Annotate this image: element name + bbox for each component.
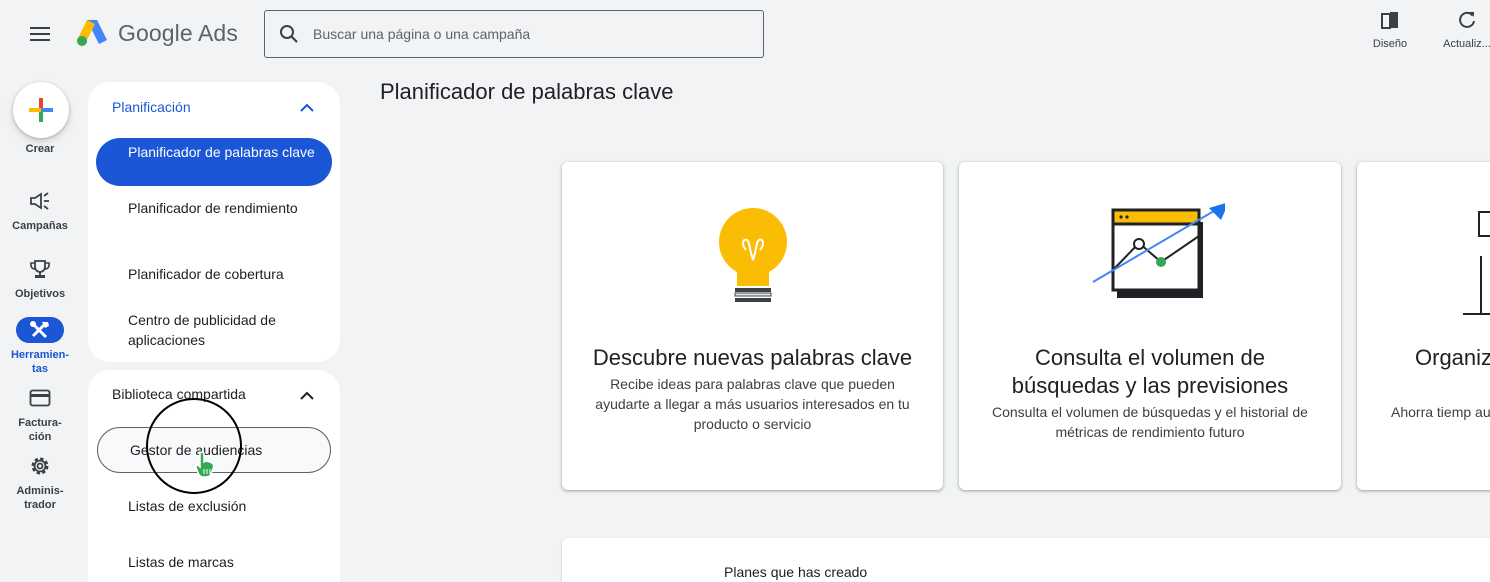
rail-campaigns[interactable] — [16, 188, 64, 214]
volume-forecast-card[interactable]: Consulta el volumen de búsquedas y las p… — [959, 162, 1341, 490]
search-icon — [265, 11, 313, 57]
rail-billing-label: Factura- ción — [18, 417, 62, 443]
planning-title: Planificación — [112, 99, 191, 115]
shared-library-title: Biblioteca compartida — [112, 386, 246, 402]
rail-billing[interactable] — [16, 385, 64, 411]
planning-header[interactable]: Planificación — [112, 99, 191, 115]
planning-panel: Planificación Planificador de palabras c… — [88, 82, 340, 362]
rail-tools-label: Herramien- tas — [10, 349, 70, 375]
rail-admin-label: Adminis- trador — [16, 485, 64, 511]
card-description: Consulta el volumen de búsquedas y el hi… — [992, 404, 1308, 440]
plus-icon — [29, 98, 53, 122]
megaphone-icon — [30, 192, 49, 210]
create-label: Crear — [25, 143, 55, 155]
rail-goals[interactable] — [16, 256, 64, 282]
rail-tools[interactable] — [16, 317, 64, 343]
card-title: Organiz grup — [1415, 345, 1490, 370]
card-description: Recibe ideas para palabras clave que pue… — [595, 376, 910, 432]
chevron-up-icon[interactable] — [300, 100, 314, 118]
shared-library-header[interactable]: Biblioteca compartida — [112, 386, 246, 402]
google-ads-logo[interactable]: Google Ads — [76, 18, 238, 48]
top-bar: Google Ads Diseño Actualiz... — [0, 0, 1490, 68]
refresh-icon — [1457, 8, 1477, 32]
nav-exclusion-lists[interactable]: Listas de exclusión — [96, 496, 332, 516]
rail-goals-label: Objetivos — [14, 288, 66, 300]
search-box[interactable] — [264, 10, 764, 58]
nav-reach-planner[interactable]: Planificador de cobertura — [96, 264, 332, 284]
nav-brand-lists[interactable]: Listas de marcas — [96, 552, 332, 572]
organize-groups-card[interactable]: Organiz grup Ahorra tiemp automáticame — [1357, 162, 1490, 490]
plans-title: Planes que has creado — [724, 564, 868, 580]
discover-keywords-card[interactable]: Descubre nuevas palabras clave Recibe id… — [562, 162, 943, 490]
google-ads-logo-icon — [77, 20, 107, 46]
refresh-label: Actualiz... — [1443, 38, 1490, 50]
card-description: Ahorra tiemp automáticame — [1391, 404, 1490, 420]
trophy-icon — [30, 260, 50, 278]
lightbulb-icon — [562, 202, 943, 322]
app-name: Google Ads — [118, 19, 238, 46]
nav-keyword-planner[interactable]: Planificador de palabras clave — [96, 138, 332, 186]
shared-library-panel: Biblioteca compartida Gestor de audienci… — [88, 370, 340, 582]
card-title: Consulta el volumen de búsquedas y las p… — [1011, 345, 1289, 398]
rail-admin[interactable] — [16, 453, 64, 479]
layout-icon — [1380, 8, 1400, 32]
rail-campaigns-label: Campañas — [12, 220, 68, 232]
group-icon — [1357, 202, 1490, 322]
page-title: Planificador de palabras clave — [380, 79, 674, 104]
layout-label: Diseño — [1372, 38, 1408, 50]
card-title: Descubre nuevas palabras clave — [592, 345, 913, 370]
credit-card-icon — [29, 389, 51, 407]
nav-app-advertising-hub[interactable]: Centro de publicidad de aplicaciones — [96, 310, 332, 350]
chart-trend-icon — [959, 202, 1341, 322]
nav-audience-manager[interactable]: Gestor de audiencias — [97, 427, 331, 473]
plans-section: Planes que has creado — [562, 538, 1490, 582]
gear-icon — [31, 457, 49, 475]
search-input[interactable] — [313, 26, 733, 42]
menu-icon[interactable] — [24, 22, 56, 46]
layout-button[interactable]: Diseño — [1360, 8, 1420, 54]
chevron-up-icon[interactable] — [300, 388, 314, 406]
tools-icon — [30, 321, 49, 339]
refresh-button[interactable]: Actualiz... — [1437, 8, 1490, 54]
nav-performance-planner[interactable]: Planificador de rendimiento — [96, 198, 332, 218]
create-button[interactable] — [13, 82, 69, 138]
